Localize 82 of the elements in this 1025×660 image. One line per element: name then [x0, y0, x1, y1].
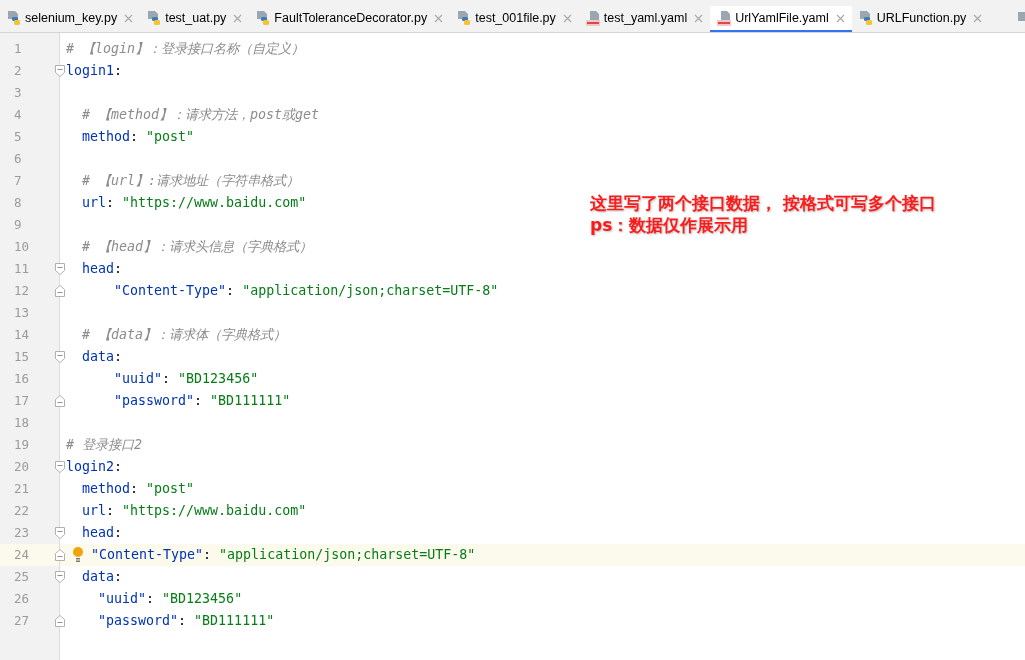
code-line: # 【method】：请求方法，post或get	[81, 106, 320, 125]
fold-marker-icon[interactable]	[55, 263, 65, 275]
code-line: url: "https://www.baidu.com"	[81, 502, 307, 521]
close-icon[interactable]	[835, 13, 845, 23]
line-number: 8	[14, 193, 22, 212]
code-line: "Content-Type": "application/json;charset=UTF-8"	[91, 546, 476, 565]
python-file-icon	[147, 10, 162, 26]
line-number: 9	[14, 215, 22, 234]
python-file-icon	[457, 10, 472, 26]
line-number: 16	[14, 369, 30, 388]
code-line: method: "post"	[81, 128, 195, 147]
line-number: 13	[14, 303, 30, 322]
line-number: 15	[14, 347, 30, 366]
code-line: url: "https://www.baidu.com"	[81, 194, 307, 213]
file-tab[interactable]: URLFunction.py	[851, 6, 990, 32]
line-number: 26	[14, 589, 30, 608]
line-number: 3	[14, 83, 22, 102]
file-tab[interactable]: selenium_key.py	[0, 6, 141, 32]
line-number: 2	[14, 61, 22, 80]
close-icon[interactable]	[434, 13, 444, 23]
code-line: # 【head】：请求头信息（字典格式）	[81, 238, 313, 257]
file-tab[interactable]: test_uat.py	[140, 6, 250, 32]
fold-marker-icon[interactable]	[55, 395, 65, 407]
line-number: 21	[14, 479, 30, 498]
python-file-icon	[256, 10, 271, 26]
file-tab[interactable]: UrlYamlFile.yaml	[710, 6, 852, 32]
close-icon[interactable]	[694, 13, 704, 23]
line-number: 6	[14, 149, 22, 168]
line-number: 20	[14, 457, 30, 476]
annotation-text: 这里写了两个接口数据， 按格式可写多个接口 ps：数据仅作展示用	[590, 192, 936, 236]
fold-marker-icon[interactable]	[55, 571, 65, 583]
fold-marker-icon[interactable]	[55, 351, 65, 363]
code-line: # 【login】：登录接口名称（自定义）	[66, 40, 305, 59]
line-number: 17	[14, 391, 30, 410]
file-tab[interactable]: FaultToleranceDecorator.py	[249, 6, 451, 32]
close-icon[interactable]	[233, 13, 243, 23]
file-tab[interactable]: test_001file.py	[450, 6, 579, 32]
python-file-icon	[7, 10, 21, 26]
lightbulb-icon[interactable]	[73, 547, 83, 563]
yaml-file-icon	[585, 10, 600, 26]
close-icon[interactable]	[562, 13, 572, 23]
line-number: 14	[14, 325, 30, 344]
line-number: 24	[14, 545, 30, 564]
line-number: 23	[14, 523, 30, 542]
fold-marker-icon[interactable]	[55, 615, 65, 627]
code-line: "uuid": "BD123456"	[113, 370, 259, 389]
fold-marker-icon[interactable]	[55, 549, 65, 561]
line-number: 27	[14, 611, 30, 630]
code-line: "uuid": "BD123456"	[97, 590, 243, 609]
fold-marker-icon[interactable]	[55, 65, 65, 77]
code-line: "Content-Type": "application/json;charset=UTF-8"	[113, 282, 499, 301]
code-line: "password": "BD111111"	[113, 392, 291, 411]
code-line: data:	[81, 568, 123, 587]
python-file-icon	[858, 10, 873, 26]
line-number: 19	[14, 435, 30, 454]
code-line: # 【url】:请求地址（字符串格式）	[81, 172, 300, 191]
line-number: 12	[14, 281, 30, 300]
code-line: head:	[81, 260, 123, 279]
file-tab[interactable]: test_yaml.yaml	[578, 6, 711, 32]
close-icon[interactable]	[124, 13, 134, 23]
yaml-file-icon	[717, 10, 732, 26]
fold-marker-icon[interactable]	[55, 461, 65, 473]
line-number: 1	[14, 39, 22, 58]
line-number: 25	[14, 567, 30, 586]
code-line: method: "post"	[81, 480, 195, 499]
fold-marker-icon[interactable]	[55, 285, 65, 297]
line-number: 10	[14, 237, 30, 256]
code-line: "password": "BD111111"	[97, 612, 275, 631]
code-line: # 登录接口2	[66, 436, 143, 455]
close-icon[interactable]	[973, 13, 983, 23]
code-line: login1:	[66, 62, 123, 81]
code-line: head:	[81, 524, 123, 543]
line-number: 11	[14, 259, 30, 278]
code-line: data:	[81, 348, 123, 367]
line-number: 5	[14, 127, 22, 146]
line-number: 22	[14, 501, 30, 520]
line-number: 7	[14, 171, 22, 190]
line-number: 4	[14, 105, 22, 124]
line-number: 18	[14, 413, 30, 432]
code-line: login2:	[66, 458, 123, 477]
fold-marker-icon[interactable]	[55, 527, 65, 539]
code-line: # 【data】：请求体（字典格式）	[81, 326, 287, 345]
